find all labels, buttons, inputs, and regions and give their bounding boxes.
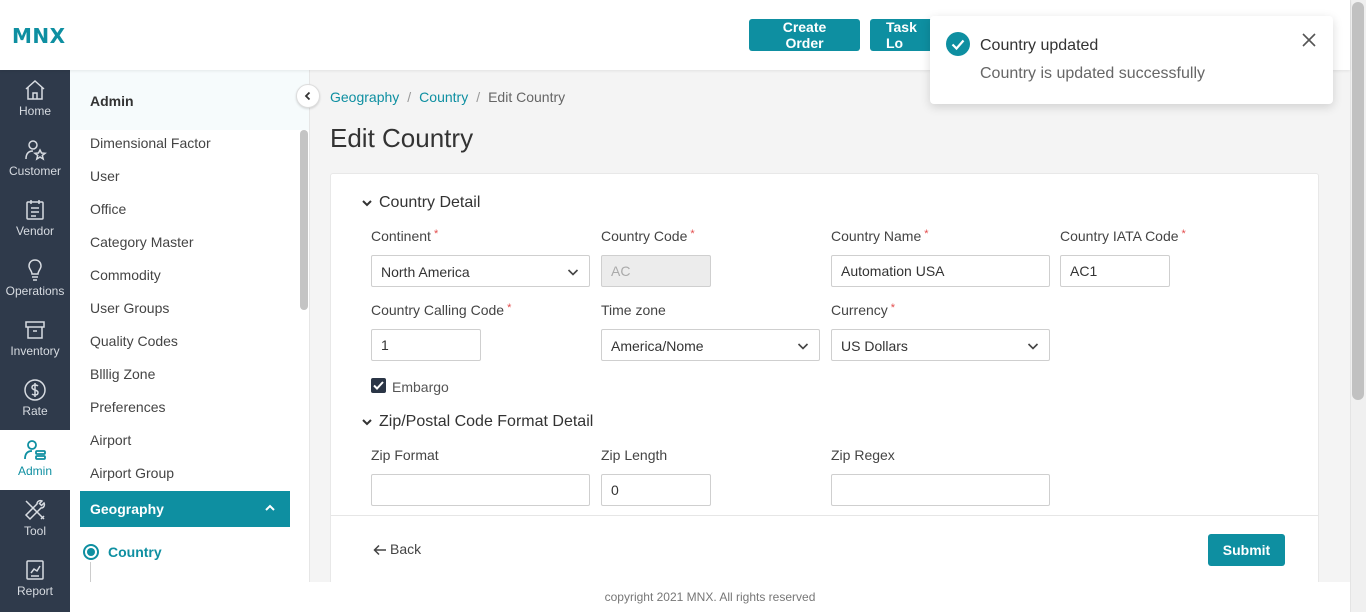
submit-button[interactable]: Submit bbox=[1208, 534, 1285, 566]
active-indicator-icon bbox=[83, 544, 99, 560]
chevron-down-icon bbox=[567, 269, 579, 276]
breadcrumb: Geography / Country / Edit Country bbox=[330, 89, 565, 105]
toast-message: Country is updated successfully bbox=[980, 65, 1205, 82]
report-icon bbox=[26, 560, 44, 580]
box-icon bbox=[25, 321, 45, 339]
sidebar-item-billing-zone[interactable]: Blllig Zone bbox=[90, 366, 155, 382]
chevron-down-icon bbox=[362, 419, 372, 426]
section-country-detail[interactable]: Country Detail bbox=[361, 194, 480, 212]
timezone-label: Time zone bbox=[601, 302, 666, 318]
sidebar-item-user[interactable]: User bbox=[90, 168, 120, 184]
dollar-icon bbox=[24, 379, 46, 401]
vendor-icon bbox=[26, 200, 44, 220]
sidebar-item-dimensional-factor[interactable]: Dimensional Factor bbox=[90, 135, 211, 151]
chevron-down-icon bbox=[362, 200, 372, 207]
country-code-label: Country Code * bbox=[601, 228, 695, 244]
country-code-field bbox=[601, 255, 711, 287]
customer-icon bbox=[25, 140, 47, 161]
rail-item-customer[interactable]: Customer bbox=[0, 130, 70, 190]
embargo-label: Embargo bbox=[392, 379, 449, 395]
sidebar-item-quality-codes[interactable]: Quality Codes bbox=[90, 333, 178, 349]
sidebar-item-commodity[interactable]: Commodity bbox=[90, 267, 161, 283]
chevron-down-icon bbox=[797, 343, 809, 350]
page-footer: copyright 2021 MNX. All rights reserved bbox=[70, 582, 1350, 612]
arrow-left-icon bbox=[373, 545, 386, 556]
chevron-down-icon bbox=[1027, 343, 1039, 350]
calling-code-field[interactable] bbox=[371, 329, 481, 361]
sidebar-item-user-groups[interactable]: User Groups bbox=[90, 300, 169, 316]
checkmark-icon bbox=[373, 381, 384, 390]
country-name-label: Country Name * bbox=[831, 228, 929, 244]
sidebar-header: Admin bbox=[70, 70, 309, 130]
currency-label: Currency * bbox=[831, 302, 896, 318]
form-footer-divider bbox=[331, 515, 1318, 516]
continent-label: Continent * bbox=[371, 228, 439, 244]
rail-item-rate[interactable]: Rate bbox=[0, 370, 70, 430]
iata-code-field[interactable] bbox=[1060, 255, 1170, 287]
toast-title: Country updated bbox=[980, 37, 1099, 54]
calling-code-label: Country Calling Code * bbox=[371, 302, 512, 318]
success-toast: Country updated Country is updated succe… bbox=[930, 16, 1333, 104]
rail-item-inventory[interactable]: Inventory bbox=[0, 310, 70, 370]
zip-regex-label: Zip Regex bbox=[831, 447, 895, 463]
rail-item-tool[interactable]: Tool bbox=[0, 490, 70, 550]
zip-regex-field[interactable] bbox=[831, 474, 1050, 506]
tree-line bbox=[90, 562, 91, 582]
chevron-up-icon bbox=[265, 504, 275, 511]
create-order-button[interactable]: Create Order bbox=[749, 19, 860, 51]
rail-item-report[interactable]: Report bbox=[0, 550, 70, 610]
rail-item-admin[interactable]: Admin bbox=[0, 430, 70, 490]
sidebar-item-preferences[interactable]: Preferences bbox=[90, 399, 165, 415]
embargo-checkbox[interactable] bbox=[371, 378, 386, 393]
rail-item-home[interactable]: Home bbox=[0, 70, 70, 130]
edit-country-form: Country Detail Continent * North America … bbox=[330, 173, 1319, 593]
section-zip-format[interactable]: Zip/Postal Code Format Detail bbox=[361, 413, 593, 431]
admin-sidebar: Admin Dimensional Factor User Office Cat… bbox=[70, 70, 310, 582]
zip-length-label: Zip Length bbox=[601, 447, 668, 463]
sidebar-subitem-country[interactable]: Country bbox=[108, 544, 162, 560]
tools-icon bbox=[24, 499, 46, 521]
sidebar-item-airport-group[interactable]: Airport Group bbox=[90, 465, 174, 481]
zip-format-label: Zip Format bbox=[371, 447, 439, 463]
back-button[interactable]: Back bbox=[373, 541, 421, 557]
rail-item-vendor[interactable]: Vendor bbox=[0, 190, 70, 250]
zip-format-field[interactable] bbox=[371, 474, 590, 506]
home-icon bbox=[25, 79, 45, 100]
sidebar-title: Admin bbox=[90, 93, 134, 109]
bulb-icon bbox=[28, 259, 42, 281]
page-title: Edit Country bbox=[330, 123, 474, 153]
country-name-field[interactable] bbox=[831, 255, 1050, 287]
breadcrumb-separator: / bbox=[407, 89, 412, 105]
iata-code-label: Country IATA Code * bbox=[1060, 228, 1186, 244]
breadcrumb-current: Edit Country bbox=[488, 89, 566, 105]
main-nav-rail: Home Customer Vendor Operations Inventor… bbox=[0, 70, 70, 612]
breadcrumb-country[interactable]: Country bbox=[419, 89, 468, 105]
admin-icon bbox=[24, 440, 46, 460]
zip-length-field[interactable] bbox=[601, 474, 711, 506]
continent-select[interactable]: North America bbox=[371, 255, 590, 287]
breadcrumb-separator: / bbox=[476, 89, 481, 105]
timezone-select[interactable]: America/Nome bbox=[601, 329, 820, 361]
close-icon[interactable] bbox=[1300, 31, 1318, 49]
sidebar-group-geography[interactable]: Geography bbox=[80, 491, 290, 527]
sidebar-item-airport[interactable]: Airport bbox=[90, 432, 131, 448]
sidebar-item-category-master[interactable]: Category Master bbox=[90, 234, 193, 250]
sidebar-scrollbar[interactable] bbox=[300, 130, 308, 310]
rail-item-operations[interactable]: Operations bbox=[0, 250, 70, 310]
page-scrollbar-thumb[interactable] bbox=[1352, 2, 1364, 400]
sidebar-item-office[interactable]: Office bbox=[90, 201, 126, 217]
chevron-left-icon bbox=[304, 91, 311, 101]
collapse-sidebar-button[interactable] bbox=[296, 84, 320, 108]
check-circle-icon bbox=[946, 32, 970, 56]
mnx-logo[interactable]: MNX bbox=[12, 24, 66, 48]
sidebar-group-label: Geography bbox=[90, 501, 164, 517]
breadcrumb-geography[interactable]: Geography bbox=[330, 89, 399, 105]
currency-select[interactable]: US Dollars bbox=[831, 329, 1050, 361]
